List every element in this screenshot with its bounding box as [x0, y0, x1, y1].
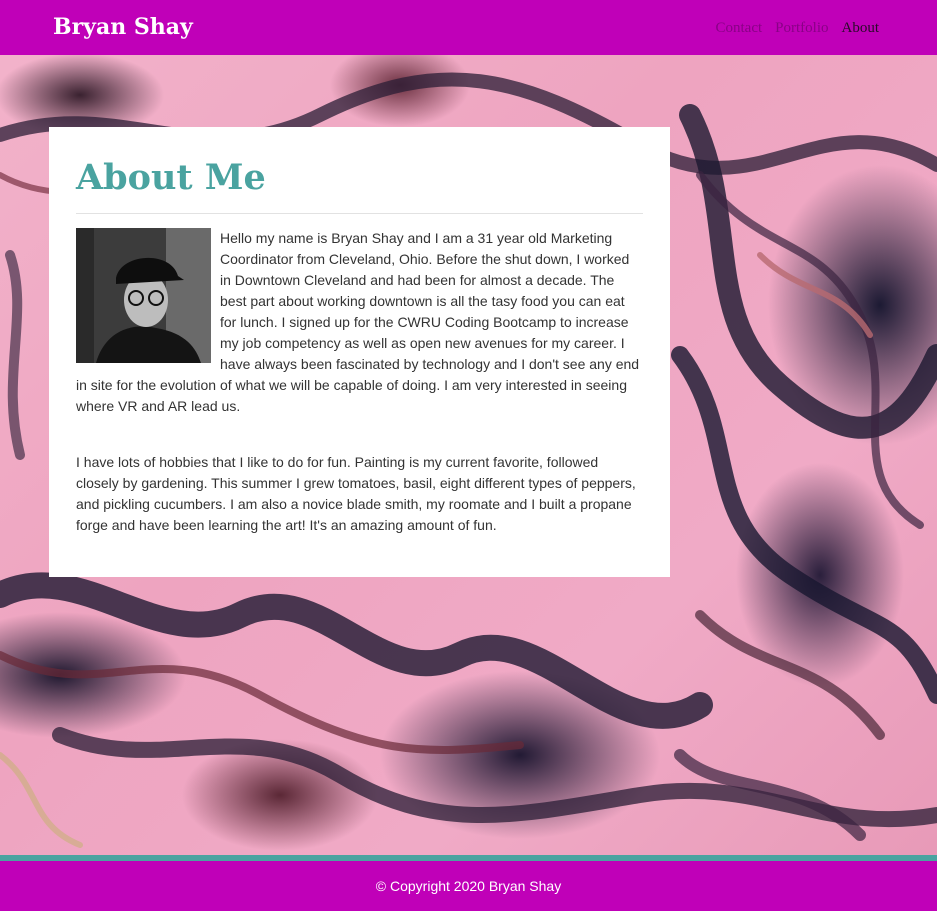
footer: © Copyright 2020 Bryan Shay: [0, 861, 937, 911]
title-divider: [76, 213, 643, 214]
profile-photo: [76, 228, 211, 363]
about-paragraph-2: I have lots of hobbies that I like to do…: [76, 454, 636, 533]
brand-title[interactable]: Bryan Shay: [53, 14, 193, 40]
top-navbar: Bryan Shay Contact Portfolio About: [0, 0, 937, 55]
copyright-text: © Copyright 2020 Bryan Shay: [375, 878, 562, 894]
main-nav: Contact Portfolio About: [716, 20, 880, 37]
nav-link-contact[interactable]: Contact: [716, 20, 763, 37]
page-title: About Me: [76, 157, 266, 198]
about-card: About Me Hello my name is Bryan Shay and…: [49, 127, 670, 577]
nav-link-portfolio[interactable]: Portfolio: [775, 20, 828, 37]
nav-link-about[interactable]: About: [842, 20, 880, 37]
